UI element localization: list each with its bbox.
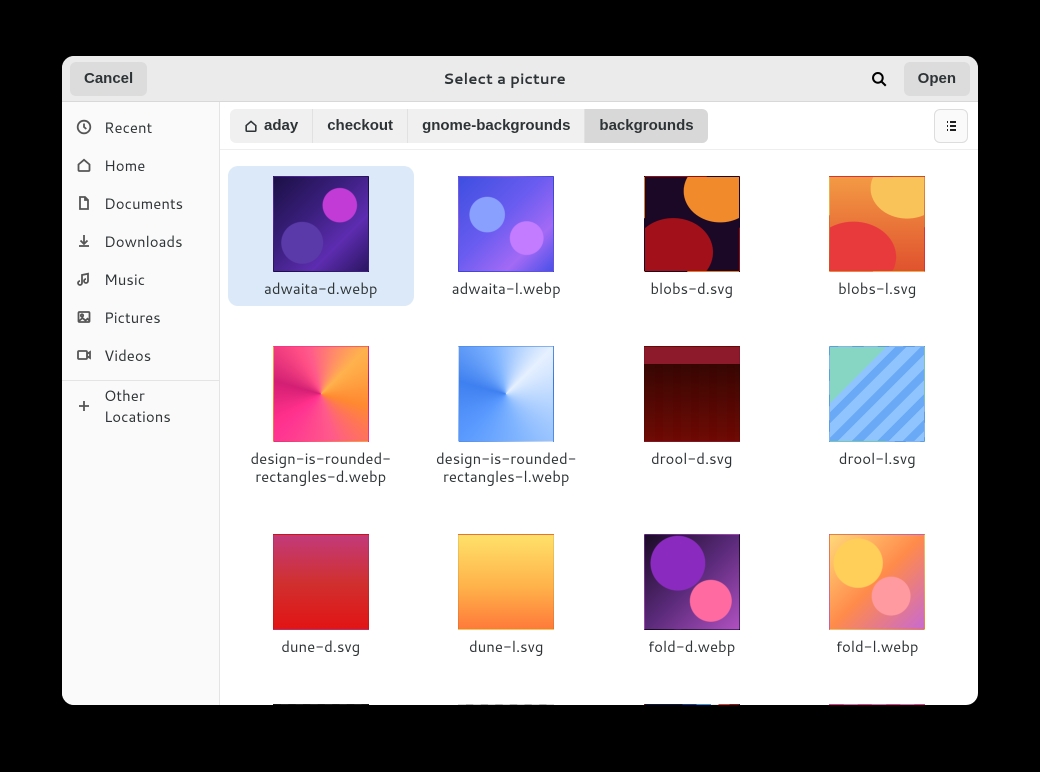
- file-name: design-is-rounded-rectangles-l.webp: [431, 450, 581, 486]
- breadcrumb-segment[interactable]: aday: [230, 109, 313, 143]
- sidebar-item-label: Videos: [104, 345, 151, 366]
- sidebar-item-music[interactable]: Music: [62, 260, 219, 298]
- file-thumbnail: [829, 346, 925, 442]
- sidebar-separator: [62, 380, 219, 381]
- breadcrumb-label: backgrounds: [599, 117, 693, 134]
- breadcrumb-segment[interactable]: checkout: [313, 109, 408, 143]
- file-tile[interactable]: drool-l.svg: [785, 336, 971, 494]
- file-tile[interactable]: [599, 694, 785, 705]
- file-name: adwaita-l.webp: [452, 280, 561, 298]
- breadcrumb-segment[interactable]: gnome-backgrounds: [408, 109, 585, 143]
- file-thumbnail: [458, 534, 554, 630]
- file-tile[interactable]: dune-l.svg: [414, 524, 600, 664]
- download-icon: [76, 233, 92, 249]
- file-tile[interactable]: adwaita-l.webp: [414, 166, 600, 306]
- file-thumbnail: [829, 176, 925, 272]
- video-icon: [76, 347, 92, 363]
- file-grid: adwaita-d.webp adwaita-l.webp blobs-d.svg b…: [228, 166, 970, 705]
- sidebar-item-label: Documents: [104, 193, 183, 214]
- music-icon: [76, 271, 92, 287]
- list-view-icon: [943, 118, 959, 134]
- picture-icon: [76, 309, 92, 325]
- file-tile[interactable]: blobs-d.svg: [599, 166, 785, 306]
- sidebar-item-label: Home: [104, 155, 145, 176]
- file-chooser-dialog: Cancel Select a picture Open Recent Home D…: [62, 56, 978, 705]
- file-name: design-is-rounded-rectangles-d.webp: [246, 450, 396, 486]
- breadcrumb-label: gnome-backgrounds: [422, 117, 570, 134]
- open-button[interactable]: Open: [904, 62, 970, 96]
- file-tile[interactable]: fold-l.webp: [785, 524, 971, 664]
- sidebar-item-label: Pictures: [104, 307, 161, 328]
- file-thumbnail: [273, 704, 369, 705]
- file-thumbnail: [273, 534, 369, 630]
- file-tile[interactable]: blobs-l.svg: [785, 166, 971, 306]
- file-thumbnail: [458, 704, 554, 705]
- sidebar-item-recent[interactable]: Recent: [62, 108, 219, 146]
- file-thumbnail: [458, 176, 554, 272]
- clock-icon: [76, 119, 92, 135]
- sidebar-item-documents[interactable]: Documents: [62, 184, 219, 222]
- file-thumbnail: [644, 176, 740, 272]
- file-tile[interactable]: design-is-rounded-rectangles-l.webp: [414, 336, 600, 494]
- breadcrumb-label: checkout: [327, 117, 393, 134]
- file-name: dune-l.svg: [469, 638, 544, 656]
- home-icon: [244, 119, 258, 133]
- breadcrumb-label: aday: [264, 117, 298, 134]
- breadcrumb: aday checkout gnome-backgrounds backgrounds: [230, 109, 708, 143]
- document-icon: [76, 195, 92, 211]
- file-grid-scroll[interactable]: adwaita-d.webp adwaita-l.webp blobs-d.svg b…: [220, 150, 978, 705]
- file-thumbnail: [829, 534, 925, 630]
- file-name: adwaita-d.webp: [264, 280, 377, 298]
- sidebar-item-videos[interactable]: Videos: [62, 336, 219, 374]
- file-name: fold-d.webp: [648, 638, 735, 656]
- file-name: fold-l.webp: [836, 638, 919, 656]
- breadcrumb-segment[interactable]: backgrounds: [585, 109, 707, 143]
- file-thumbnail: [273, 176, 369, 272]
- plus-icon: [76, 398, 92, 414]
- file-tile[interactable]: [228, 694, 414, 705]
- file-tile[interactable]: adwaita-d.webp: [228, 166, 414, 306]
- cancel-button[interactable]: Cancel: [70, 62, 147, 96]
- sidebar-item-label: Recent: [104, 117, 152, 138]
- pathbar-row: aday checkout gnome-backgrounds backgrounds: [220, 102, 978, 150]
- file-name: drool-d.svg: [651, 450, 733, 468]
- sidebar-item-label: Downloads: [104, 231, 183, 252]
- file-thumbnail: [273, 346, 369, 442]
- file-tile[interactable]: dune-d.svg: [228, 524, 414, 664]
- sidebar-item-downloads[interactable]: Downloads: [62, 222, 219, 260]
- sidebar-item-label: Other Locations: [104, 385, 205, 427]
- dialog-title: Select a picture: [155, 68, 853, 89]
- home-icon: [76, 157, 92, 173]
- file-tile[interactable]: [414, 694, 600, 705]
- file-name: blobs-l.svg: [838, 280, 916, 298]
- file-name: blobs-d.svg: [650, 280, 733, 298]
- file-tile[interactable]: [785, 694, 971, 705]
- file-tile[interactable]: design-is-rounded-rectangles-d.webp: [228, 336, 414, 494]
- file-thumbnail: [644, 534, 740, 630]
- main-pane: aday checkout gnome-backgrounds backgrounds…: [220, 102, 978, 705]
- search-button[interactable]: [862, 62, 896, 96]
- sidebar-item-home[interactable]: Home: [62, 146, 219, 184]
- file-thumbnail: [458, 346, 554, 442]
- file-name: drool-l.svg: [839, 450, 916, 468]
- sidebar-item-label: Music: [104, 269, 145, 290]
- file-thumbnail: [644, 346, 740, 442]
- file-tile[interactable]: drool-d.svg: [599, 336, 785, 494]
- file-thumbnail: [829, 704, 925, 705]
- search-icon: [870, 70, 888, 88]
- sidebar-other-locations[interactable]: Other Locations: [62, 387, 219, 425]
- view-list-button[interactable]: [934, 109, 968, 143]
- places-sidebar: Recent Home Documents Downloads Music Picture…: [62, 102, 220, 705]
- file-name: dune-d.svg: [281, 638, 360, 656]
- file-tile[interactable]: fold-d.webp: [599, 524, 785, 664]
- file-thumbnail: [644, 704, 740, 705]
- header-bar: Cancel Select a picture Open: [62, 56, 978, 102]
- sidebar-item-pictures[interactable]: Pictures: [62, 298, 219, 336]
